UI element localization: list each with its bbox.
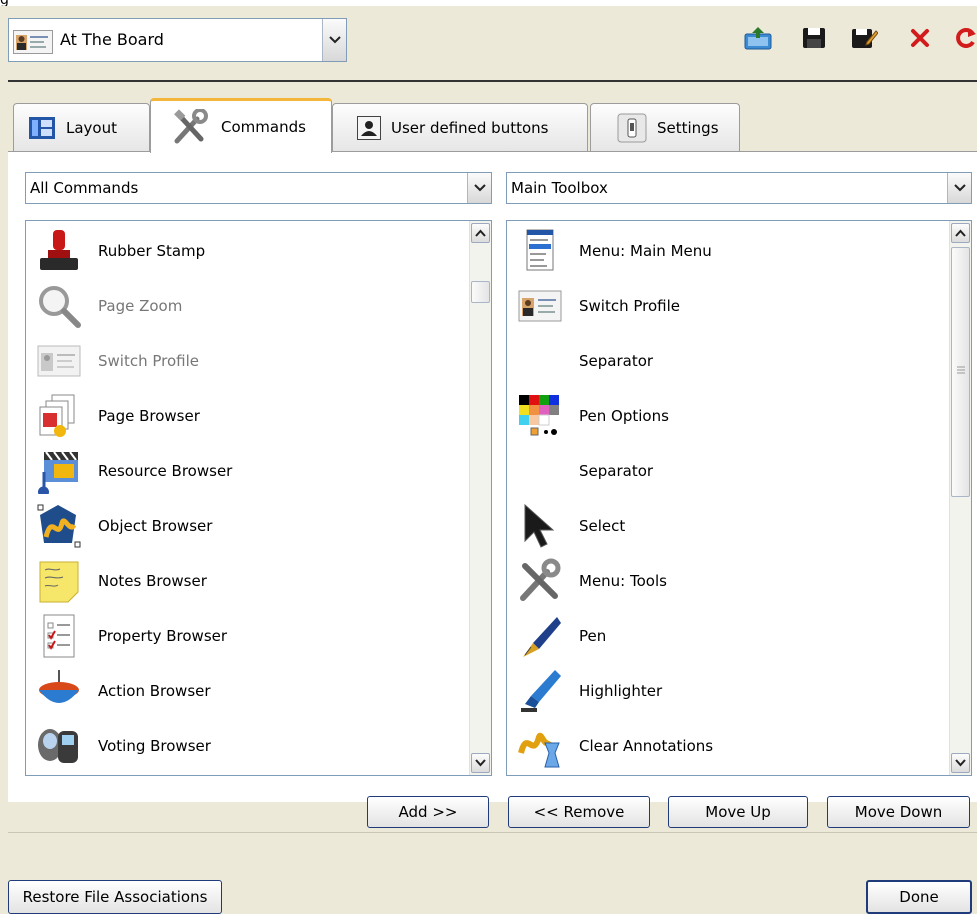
list-item[interactable]: Notes Browser bbox=[26, 553, 207, 608]
tab-user-defined-buttons-label: User defined buttons bbox=[391, 118, 549, 137]
header-divider bbox=[8, 80, 977, 82]
done-button[interactable]: Done bbox=[866, 880, 972, 914]
grip-icon bbox=[957, 366, 965, 374]
list-item[interactable]: Resource Browser bbox=[26, 443, 232, 498]
profile-dropdown[interactable]: At The Board bbox=[8, 18, 347, 62]
move-up-button[interactable]: Move Up bbox=[668, 796, 808, 828]
tab-commands-label: Commands bbox=[221, 118, 306, 136]
scroll-up-button[interactable] bbox=[951, 223, 970, 243]
restore-file-associations-button[interactable]: Restore File Associations bbox=[8, 880, 222, 914]
list-item[interactable]: Separator bbox=[507, 443, 653, 498]
tools-icon bbox=[174, 109, 208, 144]
save-icon[interactable] bbox=[800, 26, 828, 50]
tools-icon bbox=[520, 558, 561, 601]
chevron-down-icon bbox=[955, 759, 966, 767]
tab-layout-label: Layout bbox=[66, 118, 117, 137]
user-icon bbox=[357, 115, 381, 140]
list-item[interactable]: Page Browser bbox=[26, 388, 200, 443]
available-commands-list[interactable]: Rubber Stamp Page Zoom Switch Profile Pa… bbox=[25, 220, 492, 776]
refresh-icon[interactable] bbox=[954, 26, 977, 50]
left-list-scrollbar[interactable] bbox=[469, 221, 491, 775]
list-item[interactable]: Pen Options bbox=[507, 388, 669, 443]
magnifier-icon bbox=[39, 285, 81, 328]
sticky-note-icon bbox=[39, 561, 79, 602]
voting-device-icon bbox=[38, 728, 78, 763]
tab-settings-label: Settings bbox=[657, 118, 719, 137]
remove-button[interactable]: << Remove bbox=[508, 796, 650, 828]
delete-icon[interactable] bbox=[906, 26, 934, 50]
fountain-pen-icon bbox=[523, 616, 561, 657]
list-item[interactable]: Separator bbox=[507, 333, 653, 388]
footer-divider bbox=[8, 832, 977, 833]
list-item[interactable]: Page Zoom bbox=[26, 278, 182, 333]
command-filter-value: All Commands bbox=[30, 179, 139, 197]
property-sheet-icon bbox=[43, 614, 75, 657]
toolbox-dropdown[interactable]: Main Toolbox bbox=[506, 172, 972, 204]
id-card-icon bbox=[13, 30, 53, 54]
settings-icon bbox=[617, 113, 647, 142]
list-item[interactable]: Property Browser bbox=[26, 608, 227, 663]
toolbox-dropdown-button[interactable] bbox=[947, 173, 971, 203]
color-palette-icon bbox=[519, 394, 559, 435]
menu-icon bbox=[526, 229, 554, 270]
id-card-icon bbox=[37, 345, 81, 376]
scroll-down-button[interactable] bbox=[951, 753, 970, 773]
list-item[interactable]: Switch Profile bbox=[26, 333, 199, 388]
toolbox-commands-list[interactable]: Menu: Main Menu Switch Profile Separator bbox=[506, 220, 972, 776]
chevron-down-icon bbox=[475, 759, 486, 767]
scroll-up-button[interactable] bbox=[471, 223, 490, 243]
list-item[interactable]: Highlighter bbox=[507, 663, 662, 718]
page-browser-icon bbox=[39, 394, 75, 437]
list-item[interactable] bbox=[26, 773, 98, 775]
list-item[interactable]: Action Browser bbox=[26, 663, 211, 718]
profile-value: At The Board bbox=[60, 30, 164, 49]
list-item[interactable]: Switch Profile bbox=[507, 278, 680, 333]
tab-commands[interactable]: Commands bbox=[150, 98, 332, 153]
scroll-thumb[interactable] bbox=[471, 281, 490, 303]
tab-settings[interactable]: Settings bbox=[590, 103, 740, 151]
add-button[interactable]: Add >> bbox=[367, 796, 489, 828]
list-item[interactable]: Voting Browser bbox=[26, 718, 211, 773]
move-down-button[interactable]: Move Down bbox=[827, 796, 970, 828]
list-item[interactable]: Menu: Tools bbox=[507, 553, 667, 608]
spinning-top-icon bbox=[39, 669, 79, 703]
chevron-down-icon bbox=[953, 184, 966, 192]
list-item[interactable]: Clear Annotations bbox=[507, 718, 713, 773]
chevron-up-icon bbox=[475, 229, 486, 237]
list-item[interactable]: Menu: Main Menu bbox=[507, 223, 712, 278]
toolbox-value: Main Toolbox bbox=[511, 179, 608, 197]
scroll-thumb[interactable] bbox=[951, 247, 970, 497]
profile-dropdown-button[interactable] bbox=[322, 19, 346, 61]
command-filter-dropdown-button[interactable] bbox=[467, 173, 491, 203]
list-item[interactable]: Select bbox=[507, 498, 625, 553]
right-list-scrollbar[interactable] bbox=[949, 221, 971, 775]
chevron-down-icon bbox=[328, 36, 341, 44]
export-icon[interactable] bbox=[744, 26, 772, 50]
list-item[interactable]: Object Browser bbox=[26, 498, 212, 553]
clear-annotations-icon bbox=[518, 732, 560, 767]
list-item[interactable]: Rubber Stamp bbox=[26, 223, 205, 278]
resource-browser-icon bbox=[38, 450, 78, 494]
tab-user-defined-buttons[interactable]: User defined buttons bbox=[332, 103, 588, 151]
highlighter-icon bbox=[521, 669, 561, 712]
chevron-up-icon bbox=[955, 229, 966, 237]
cursor-arrow-icon bbox=[524, 503, 555, 548]
command-filter-dropdown[interactable]: All Commands bbox=[25, 172, 492, 204]
chevron-down-icon bbox=[473, 184, 486, 192]
object-browser-icon bbox=[37, 504, 81, 547]
edit-save-icon[interactable] bbox=[850, 26, 878, 50]
layout-icon bbox=[29, 116, 55, 139]
scroll-down-button[interactable] bbox=[471, 753, 490, 773]
list-item[interactable]: Pen bbox=[507, 608, 606, 663]
id-card-icon bbox=[518, 290, 562, 321]
rubber-stamp-icon bbox=[40, 229, 78, 270]
tab-layout[interactable]: Layout bbox=[13, 103, 150, 151]
